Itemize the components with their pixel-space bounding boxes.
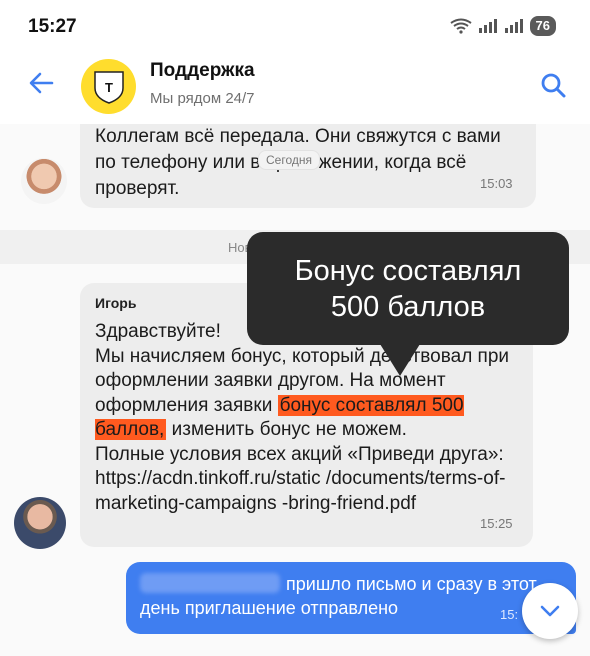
chat-title: Поддержка (150, 60, 255, 81)
chevron-down-icon (540, 605, 560, 617)
outgoing-message-text: пришло письмо и сразу в этот день пригла… (140, 572, 540, 620)
chat-subtitle: Мы рядом 24/7 (150, 90, 255, 107)
date-chip: Сегодня (258, 150, 320, 170)
search-icon[interactable] (540, 72, 566, 98)
back-arrow-icon[interactable] (28, 70, 54, 96)
support-avatar: Т (81, 59, 136, 114)
tooltip-pointer (380, 344, 420, 376)
tooltip-line: 500 баллов (330, 290, 486, 323)
status-time: 15:27 (28, 16, 77, 37)
message-line: день приглашение отправлено (140, 598, 399, 618)
scroll-down-button[interactable] (522, 583, 578, 639)
tooltip-line: Бонус составлял (294, 254, 522, 287)
signal-icon-2 (504, 19, 523, 33)
wifi-icon (449, 18, 472, 34)
message-time: 15:03 (480, 176, 513, 191)
message-time: 15: (500, 607, 519, 622)
agent-avatar (14, 497, 66, 549)
annotation-tooltip: Бонус составлял 500 баллов (247, 232, 569, 345)
status-icons: 76 (449, 16, 556, 36)
svg-text:Т: Т (105, 80, 113, 95)
message-text: Здравствуйте! Мы начисляем бонус, которы… (95, 320, 515, 516)
message-time: 15:25 (480, 516, 513, 531)
sender-name: Игорь (95, 295, 137, 311)
signal-icon (478, 19, 497, 33)
battery-indicator: 76 (529, 16, 556, 36)
message-line: пришло письмо и сразу в этот (286, 574, 537, 594)
agent-avatar (21, 158, 67, 204)
bank-logo-icon: Т (93, 70, 124, 104)
